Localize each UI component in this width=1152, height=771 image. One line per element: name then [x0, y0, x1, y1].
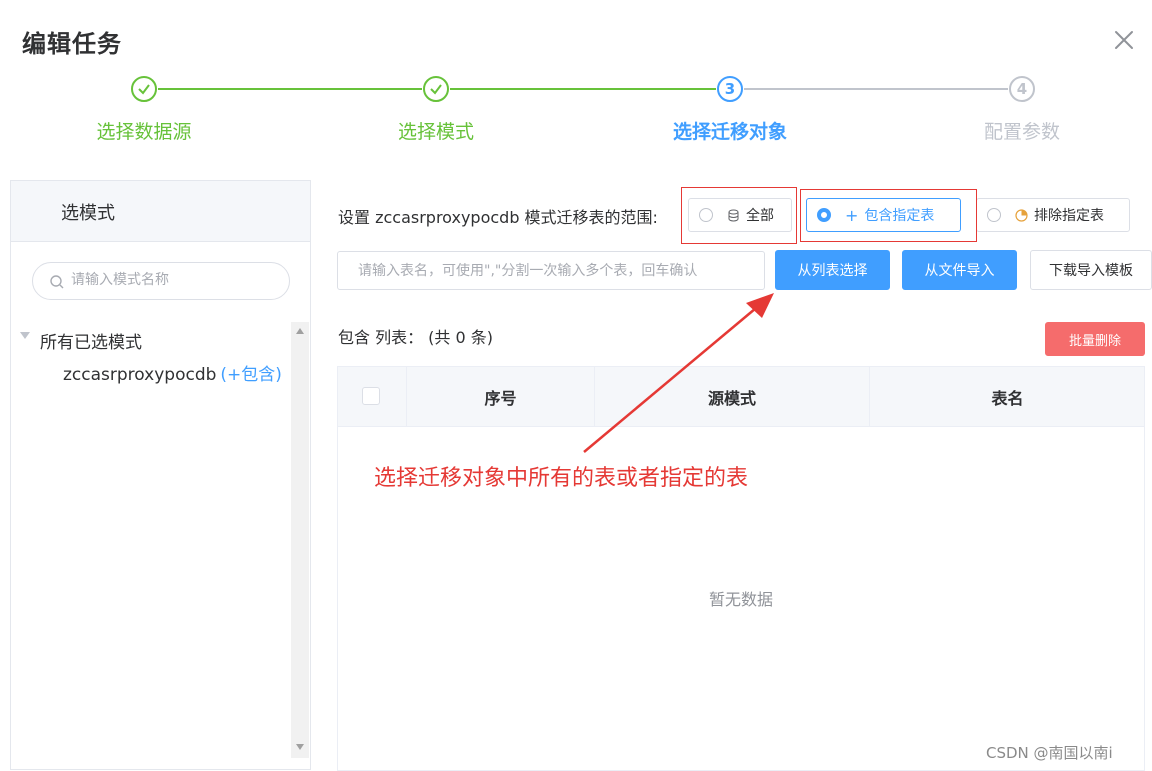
annotation-text: 选择迁移对象中所有的表或者指定的表: [374, 466, 749, 491]
watermark: CSDN @南国以南i: [986, 744, 1113, 762]
annotation-arrow: [583, 293, 774, 453]
